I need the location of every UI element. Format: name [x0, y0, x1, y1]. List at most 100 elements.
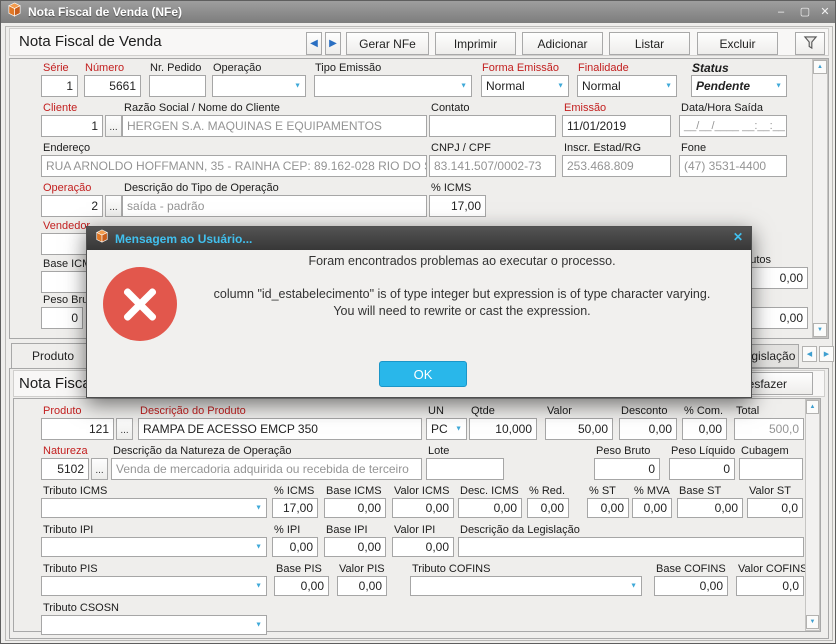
peso-liquido-field[interactable]: 0	[669, 458, 735, 480]
chevron-down-icon: ▼	[294, 83, 301, 90]
sub-header-title: Nota Fiscal	[19, 375, 94, 392]
tab-scroll-right-icon[interactable]: ▶	[819, 346, 834, 362]
dialog-message-line2: column "id_estabelecimento" is of type i…	[187, 287, 737, 301]
maximize-icon[interactable]: ▢	[795, 4, 815, 20]
descricao-legislacao-label: Descrição da Legislação	[460, 524, 580, 536]
contato-field[interactable]	[429, 115, 556, 137]
tab-produto[interactable]: Produto	[11, 343, 95, 369]
scroll-up-icon[interactable]: ▲	[813, 60, 827, 74]
pct-com-field[interactable]: 0,00	[682, 418, 727, 440]
inscr-estad-field[interactable]: 253.468.809	[562, 155, 671, 177]
gerar-nfe-button[interactable]: Gerar NFe	[346, 32, 429, 55]
peso-bruto-field[interactable]: 0	[594, 458, 660, 480]
emissao-field[interactable]: 11/01/2019	[562, 115, 671, 137]
natureza-lookup-button[interactable]: ...	[91, 458, 108, 480]
top-scrollbar[interactable]	[812, 59, 828, 338]
nr-pedido-field[interactable]	[149, 75, 206, 97]
natureza-field[interactable]: 5102	[41, 458, 89, 480]
tributo-pis-combo[interactable]: ▼	[41, 576, 267, 596]
produto-field[interactable]: 121	[41, 418, 114, 440]
tipo-emissao-combo[interactable]: ▼	[314, 75, 472, 97]
pct-ipi-field[interactable]: 0,00	[272, 537, 318, 557]
valor-ipi-field[interactable]: 0,00	[392, 537, 454, 557]
base-icms-field[interactable]: 0,00	[324, 498, 386, 518]
base-cofins-field[interactable]: 0,00	[654, 576, 728, 596]
operacao-combo[interactable]: ▼	[212, 75, 306, 97]
listar-button[interactable]: Listar	[609, 32, 690, 55]
base-ipi-label: Base IPI	[326, 524, 368, 536]
pct-mva-field[interactable]: 0,00	[632, 498, 672, 518]
nav-prev-icon: ◀	[310, 38, 318, 49]
base-st-field[interactable]: 0,00	[677, 498, 743, 518]
peso-bruto-header-field[interactable]: 0	[41, 307, 83, 329]
endereco-label: Endereço	[43, 142, 90, 154]
tab-scroll-left-icon[interactable]: ◀	[802, 346, 817, 362]
base-st-label: Base ST	[679, 485, 721, 497]
valor-cofins-field[interactable]: 0,0	[736, 576, 804, 596]
data-hora-saida-field[interactable]: __/__/____ __:__:__	[679, 115, 787, 137]
status-label: Status	[692, 61, 729, 75]
lote-field[interactable]	[426, 458, 504, 480]
chevron-down-icon: ▼	[665, 83, 672, 90]
descricao-natureza-field[interactable]: Venda de mercadoria adquirida ou recebid…	[111, 458, 422, 480]
excluir-button[interactable]: Excluir	[697, 32, 778, 55]
fone-field[interactable]: (47) 3531-4400	[679, 155, 787, 177]
status-combo[interactable]: Pendente ▼	[691, 75, 787, 97]
cnpj-cpf-field[interactable]: 83.141.507/0002-73	[429, 155, 556, 177]
desc-icms-field[interactable]: 0,00	[458, 498, 522, 518]
pct-icms-field[interactable]: 17,00	[429, 195, 486, 217]
base-pis-field[interactable]: 0,00	[274, 576, 329, 596]
filter-button[interactable]	[795, 32, 825, 55]
pct-red-field[interactable]: 0,00	[527, 498, 569, 518]
adicionar-button[interactable]: Adicionar	[522, 32, 603, 55]
endereco-field[interactable]: RUA ARNOLDO HOFFMANN, 35 - RAINHA CEP: 8…	[41, 155, 427, 177]
nav-prev-button[interactable]: ◀	[306, 32, 322, 55]
close-icon[interactable]: ✕	[815, 4, 835, 20]
desconto-field[interactable]: 0,00	[619, 418, 677, 440]
ok-button[interactable]: OK	[379, 361, 467, 387]
total-field[interactable]: 500,0	[734, 418, 804, 440]
natureza-label: Natureza	[43, 445, 88, 457]
forma-emissao-combo[interactable]: Normal ▼	[481, 75, 569, 97]
finalidade-combo[interactable]: Normal ▼	[577, 75, 677, 97]
razao-social-field[interactable]: HERGEN S.A. MAQUINAS E EQUIPAMENTOS	[122, 115, 427, 137]
imprimir-button[interactable]: Imprimir	[435, 32, 516, 55]
tributo-cofins-combo[interactable]: ▼	[410, 576, 642, 596]
descricao-tipo-operacao-field[interactable]: saída - padrão	[122, 195, 427, 217]
operacao-lookup-button[interactable]: ...	[105, 195, 122, 217]
base-ipi-field[interactable]: 0,00	[324, 537, 386, 557]
finalidade-label: Finalidade	[578, 62, 629, 74]
scroll-up-icon[interactable]: ▲	[806, 400, 819, 414]
pct-red-label: % Red.	[529, 485, 565, 497]
cliente-lookup-button[interactable]: ...	[105, 115, 122, 137]
chevron-down-icon: ▼	[460, 83, 467, 90]
valor-field[interactable]: 50,00	[545, 418, 613, 440]
scroll-down-icon[interactable]: ▼	[806, 615, 819, 629]
descricao-produto-field[interactable]: RAMPA DE ACESSO EMCP 350	[138, 418, 422, 440]
cliente-field[interactable]: 1	[41, 115, 103, 137]
tributo-ipi-combo[interactable]: ▼	[41, 537, 267, 557]
scroll-down-icon[interactable]: ▼	[813, 323, 827, 337]
tributo-icms-combo[interactable]: ▼	[41, 498, 267, 518]
nav-next-button[interactable]: ▶	[325, 32, 341, 55]
descricao-legislacao-field[interactable]	[458, 537, 804, 557]
item-pct-icms-field[interactable]: 17,00	[272, 498, 318, 518]
minimize-icon[interactable]: –	[771, 4, 791, 20]
valor-st-field[interactable]: 0,0	[747, 498, 803, 518]
total-nfe-field[interactable]: 0,00	[750, 307, 808, 329]
tributo-csosn-combo[interactable]: ▼	[41, 615, 267, 635]
un-combo[interactable]: PC ▼	[426, 418, 467, 440]
bottom-scrollbar[interactable]	[805, 399, 820, 631]
numero-field[interactable]: 5661	[84, 75, 141, 97]
qtde-field[interactable]: 10,000	[469, 418, 537, 440]
pct-st-field[interactable]: 0,00	[587, 498, 629, 518]
cubagem-field[interactable]	[739, 458, 803, 480]
produto-lookup-button[interactable]: ...	[116, 418, 133, 440]
valor-pis-field[interactable]: 0,00	[337, 576, 387, 596]
total-produtos-field[interactable]: 0,00	[750, 267, 808, 289]
chevron-down-icon: ▼	[255, 544, 262, 551]
dialog-close-icon[interactable]: ✕	[733, 230, 743, 244]
operacao-field[interactable]: 2	[41, 195, 103, 217]
valor-icms-field[interactable]: 0,00	[392, 498, 454, 518]
serie-field[interactable]: 1	[41, 75, 78, 97]
